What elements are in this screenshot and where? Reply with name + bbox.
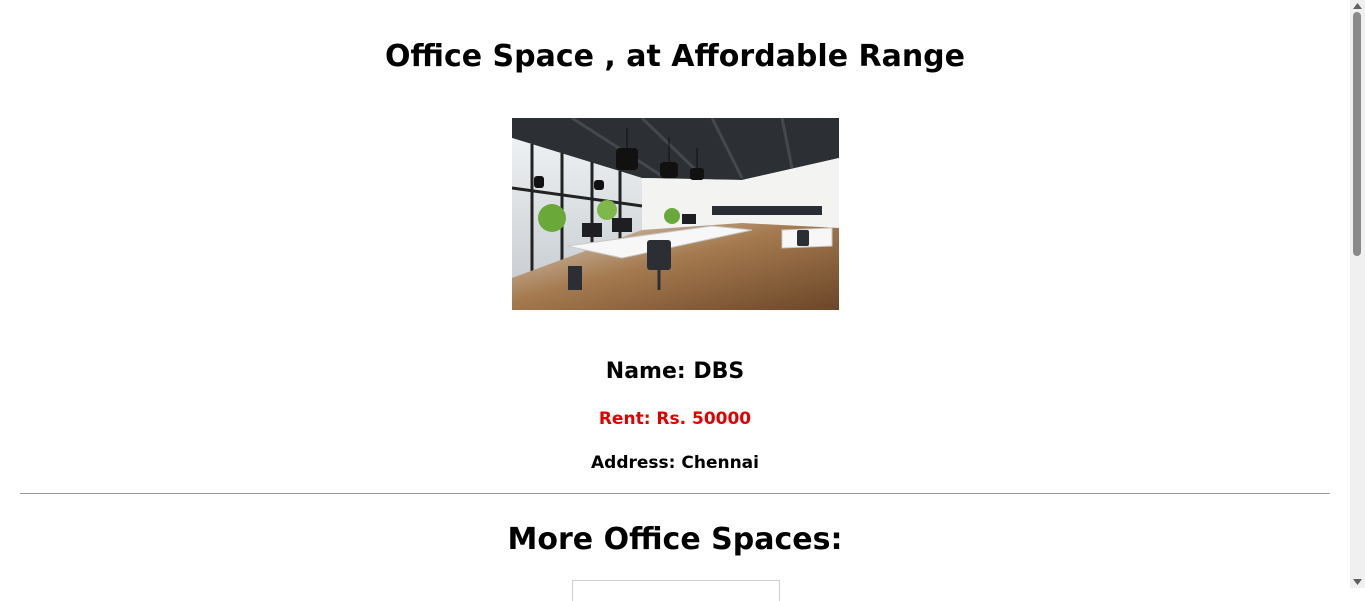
office-card[interactable] — [572, 580, 780, 601]
page: Office Space , at Affordable Range Name:… — [0, 0, 1350, 601]
office-photo — [512, 118, 839, 310]
page-title: Office Space , at Affordable Range — [384, 39, 966, 74]
office-address: Address: Chennai — [591, 453, 759, 473]
more-offices-heading: More Office Spaces: — [507, 522, 843, 557]
office-rent: Rent: Rs. 50000 — [598, 409, 752, 429]
section-divider — [20, 493, 1330, 494]
triangle-down-icon[interactable] — [1350, 576, 1365, 588]
triangle-up-icon[interactable] — [1350, 0, 1365, 12]
office-name: Name: DBS — [605, 359, 745, 384]
scrollbar-thumb[interactable] — [1353, 12, 1361, 256]
vertical-scrollbar[interactable] — [1350, 0, 1365, 588]
